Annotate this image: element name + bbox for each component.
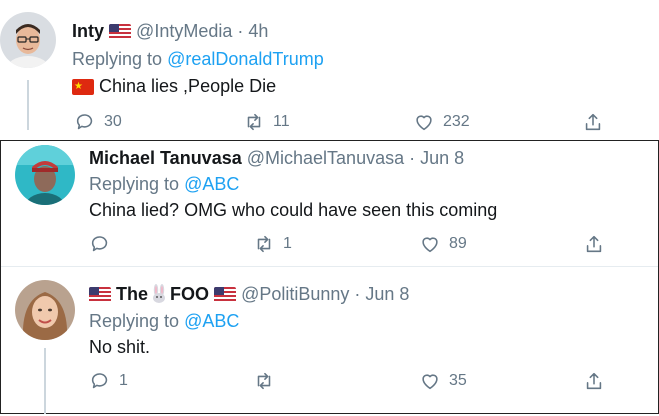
tweet-header: The FOO @PolitiBunny · Jun 8 — [89, 283, 409, 309]
heart-icon — [422, 237, 438, 253]
top-screenshot-panel: Inty @IntyMedia · 4h Replying to @realDo… — [0, 0, 659, 131]
thread-line — [44, 348, 46, 414]
avatar-inty-image — [0, 12, 56, 68]
avatar-politibunny-image — [15, 280, 75, 340]
like-button[interactable]: 232 — [413, 110, 470, 134]
replying-to: Replying to @ABC — [89, 173, 239, 195]
share-icon — [586, 372, 602, 390]
us-flag-icon — [89, 287, 111, 303]
tweet-the-foo[interactable]: The FOO @PolitiBunny · Jun 8 Replying to… — [1, 268, 658, 414]
author-handle[interactable]: @PolitiBunny — [241, 284, 349, 304]
reply-icon — [91, 236, 108, 252]
reply-count: 30 — [104, 113, 122, 130]
replying-to: Replying to @ABC — [89, 310, 239, 332]
tweet-time[interactable]: · Jun 8 — [409, 148, 464, 168]
tweet-text-content: China lies ,People Die — [99, 76, 277, 96]
share-button[interactable] — [582, 110, 604, 134]
replying-to-mention[interactable]: @realDonaldTrump — [167, 49, 324, 69]
replying-to: Replying to @realDonaldTrump — [72, 48, 324, 70]
tweet-inty[interactable]: Inty @IntyMedia · 4h Replying to @realDo… — [0, 0, 659, 131]
tweet-header: Michael Tanuvasa @MichaelTanuvasa · Jun … — [89, 147, 464, 169]
author-name-part-2[interactable]: FOO — [170, 284, 209, 304]
share-icon — [585, 113, 601, 131]
avatar[interactable] — [15, 145, 75, 205]
reply-icon — [91, 373, 108, 389]
retweet-icon — [257, 372, 271, 390]
china-flag-icon — [72, 79, 94, 95]
share-icon — [586, 235, 602, 253]
like-button[interactable]: 89 — [419, 232, 467, 256]
reply-button[interactable] — [89, 232, 119, 256]
retweet-button[interactable]: 1 — [253, 232, 292, 256]
reply-count: 1 — [119, 372, 128, 389]
retweet-count: 1 — [283, 235, 292, 252]
replying-to-mention[interactable]: @ABC — [184, 174, 239, 194]
avatar[interactable] — [15, 280, 75, 340]
retweet-button[interactable]: 11 — [243, 110, 290, 134]
us-flag-icon — [214, 287, 237, 303]
replying-to-prefix: Replying to — [72, 49, 163, 69]
retweet-icon — [247, 113, 261, 131]
replying-to-prefix: Replying to — [89, 174, 180, 194]
us-flag-icon — [109, 24, 132, 40]
tweet-time[interactable]: · 4h — [237, 21, 268, 41]
avatar[interactable] — [0, 12, 56, 68]
retweet-button[interactable] — [253, 369, 283, 393]
author-name[interactable]: Michael Tanuvasa — [89, 148, 242, 168]
heart-icon — [422, 374, 438, 390]
heart-icon — [416, 115, 432, 131]
reply-icon — [76, 114, 93, 130]
bottom-screenshot-panel: Michael Tanuvasa @MichaelTanuvasa · Jun … — [0, 140, 659, 414]
author-handle[interactable]: @IntyMedia — [136, 21, 232, 41]
reply-button[interactable]: 30 — [74, 110, 122, 134]
tweet-michael-tanuvasa[interactable]: Michael Tanuvasa @MichaelTanuvasa · Jun … — [1, 141, 658, 267]
tweet-text: China lied? OMG who could have seen this… — [89, 200, 498, 220]
tweet-text: China lies ,People Die — [72, 75, 276, 97]
like-button[interactable]: 35 — [419, 369, 467, 393]
like-count: 35 — [449, 372, 467, 389]
retweet-icon — [257, 235, 271, 253]
avatar-michael-image — [15, 145, 75, 205]
retweet-count: 11 — [273, 113, 290, 130]
share-button[interactable] — [583, 232, 605, 256]
tweet-time[interactable]: · Jun 8 — [354, 284, 409, 304]
like-count: 89 — [449, 235, 467, 252]
replying-to-mention[interactable]: @ABC — [184, 311, 239, 331]
rabbit-icon — [148, 284, 170, 309]
author-name[interactable]: Inty — [72, 21, 104, 41]
like-count: 232 — [443, 113, 470, 130]
tweet-text: No shit. — [89, 337, 151, 357]
tweet-header: Inty @IntyMedia · 4h — [72, 20, 268, 42]
reply-button[interactable]: 1 — [89, 369, 128, 393]
author-handle[interactable]: @MichaelTanuvasa — [247, 148, 404, 168]
thread-line — [27, 80, 29, 130]
author-name-part-1[interactable]: The — [116, 284, 148, 304]
share-button[interactable] — [583, 369, 605, 393]
replying-to-prefix: Replying to — [89, 311, 180, 331]
